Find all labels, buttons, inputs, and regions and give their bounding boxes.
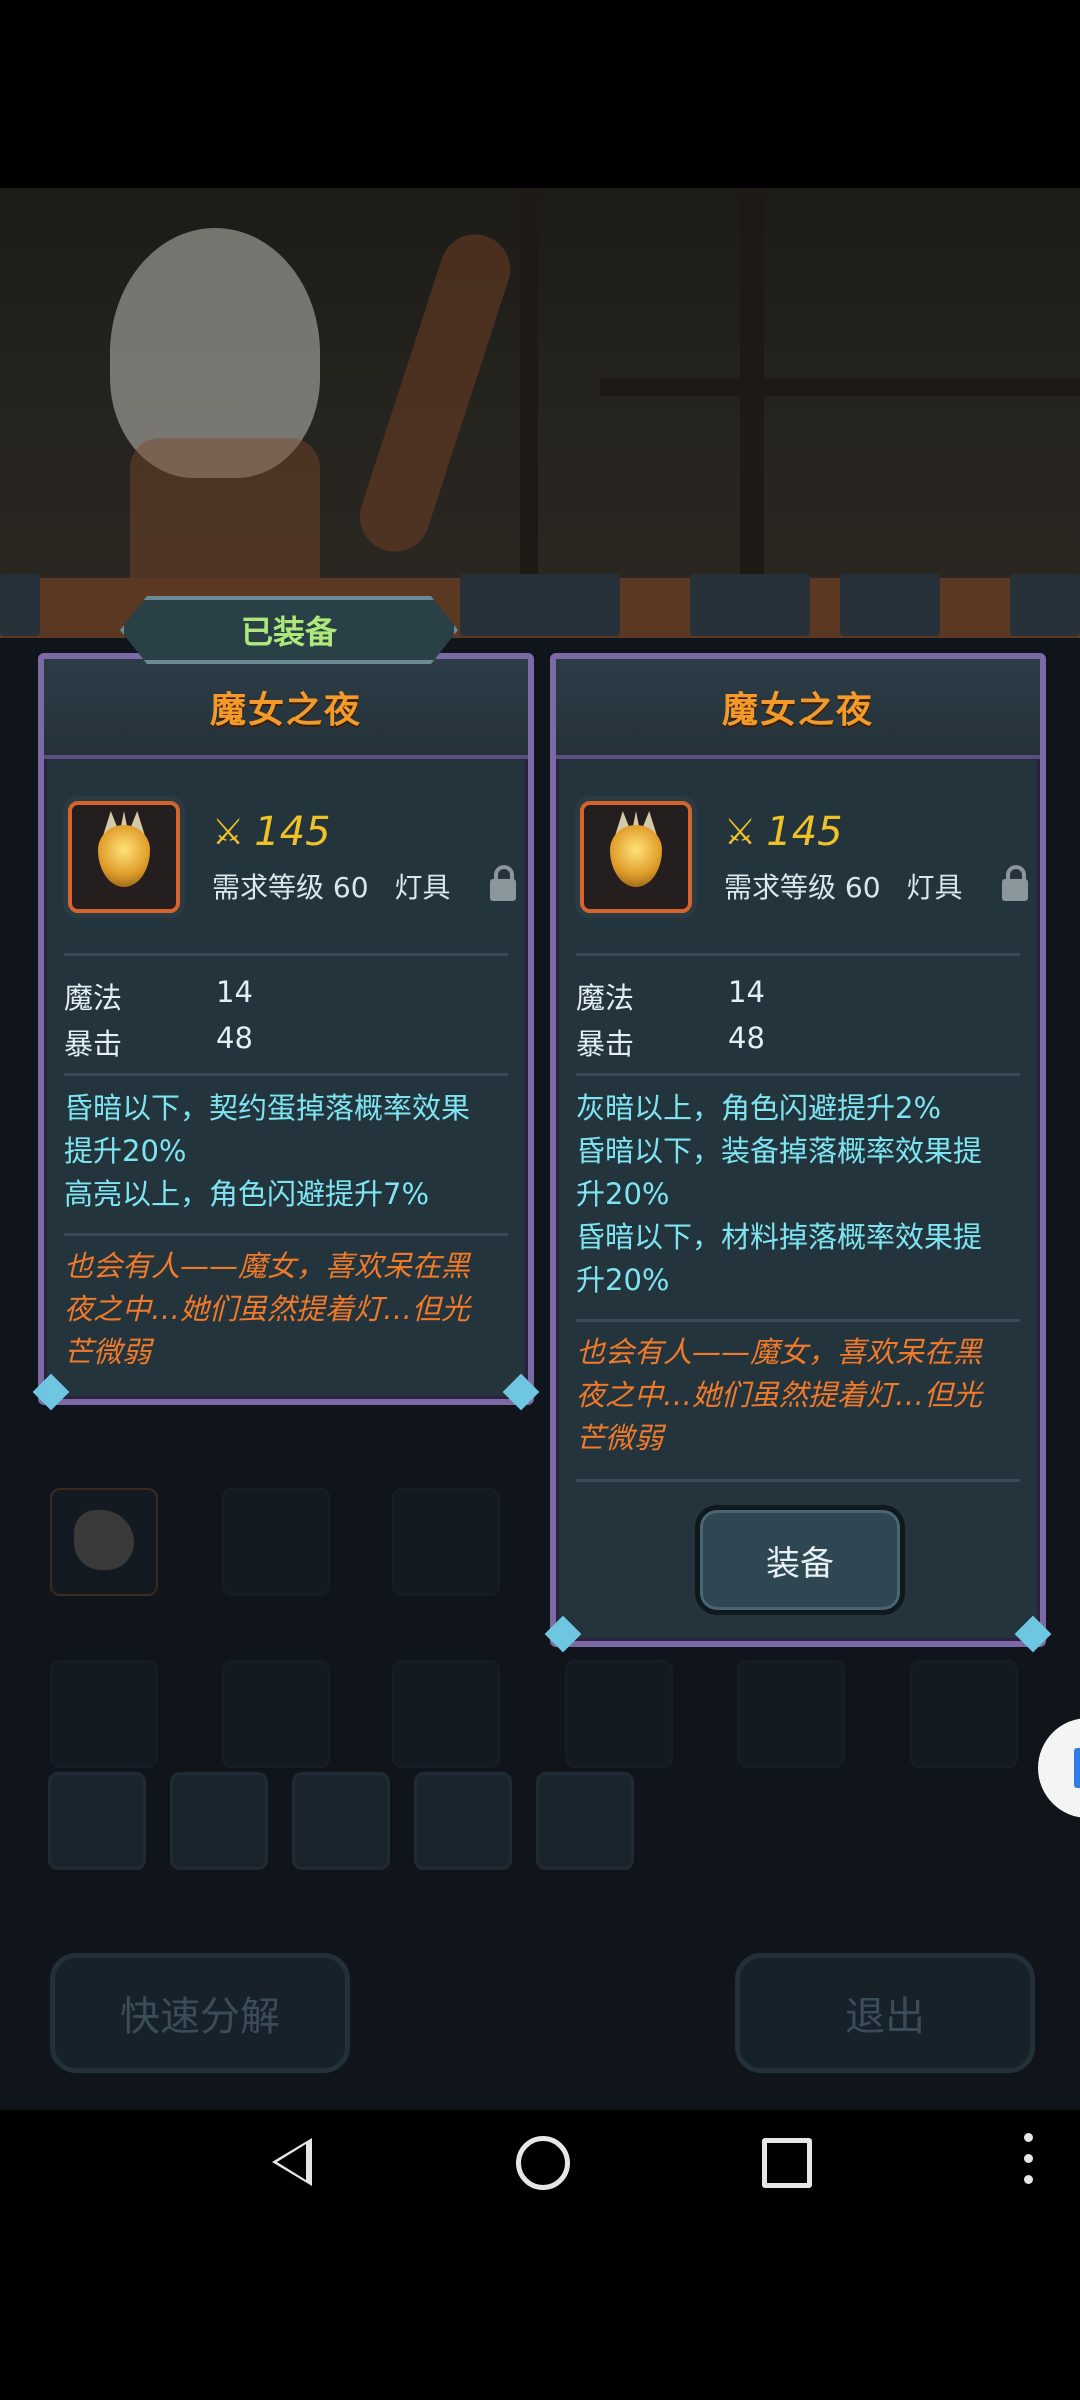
- stat-label: 暴击: [576, 1027, 635, 1061]
- inventory-slot[interactable]: [737, 1660, 845, 1768]
- stat-label: 暴击: [64, 1027, 123, 1061]
- stat-value: 14: [728, 975, 765, 1009]
- inventory-slot[interactable]: [222, 1488, 330, 1596]
- item-title: 魔女之夜: [209, 690, 362, 731]
- shelf-plank: [840, 574, 940, 636]
- lore-text: 也会有人——魔女，喜欢呆在黑 夜之中…她们虽然提着灯…但光 芒微弱: [64, 1245, 470, 1374]
- more-options-icon[interactable]: [1024, 2133, 1034, 2193]
- category-chest-icon[interactable]: [536, 1772, 634, 1870]
- lantern-item-icon: [68, 801, 180, 913]
- inventory-slot[interactable]: [50, 1488, 158, 1596]
- card-header: 魔女之夜: [44, 659, 528, 759]
- quick-decompose-button[interactable]: 快速分解: [50, 1953, 350, 2073]
- character-arm: [350, 225, 520, 561]
- lock-icon[interactable]: [1002, 865, 1028, 901]
- power-value: 145: [766, 809, 843, 855]
- effect-line: 灰暗以上，角色闪避提升2%: [576, 1091, 942, 1125]
- slot-type: 灯具: [394, 871, 451, 904]
- effect-line: 升20%: [576, 1263, 670, 1297]
- equipped-tag: 已装备: [120, 596, 458, 664]
- effect-line: 昏暗以下，装备掉落概率效果提: [576, 1134, 983, 1168]
- inventory-slot[interactable]: [565, 1660, 673, 1768]
- stat-label: 魔法: [64, 981, 123, 1015]
- lore-line: 芒微弱: [576, 1421, 664, 1455]
- divider: [576, 1479, 1020, 1482]
- lock-icon[interactable]: [490, 865, 516, 901]
- power-row: ⚔ 145: [212, 809, 331, 855]
- effect-line: 提升20%: [64, 1134, 187, 1168]
- card-header: 魔女之夜: [556, 659, 1040, 759]
- effect-line: 昏暗以下，材料掉落概率效果提: [576, 1220, 983, 1254]
- category-paw-icon[interactable]: [170, 1772, 268, 1870]
- compare-item-card: 魔女之夜 ⚔ 145 需求等级 60 灯具 魔法 14 暴击 48 灰暗以上，角…: [544, 653, 1052, 1653]
- divider: [576, 953, 1020, 956]
- power-value: 145: [254, 809, 331, 855]
- lore-line: 芒微弱: [64, 1335, 152, 1369]
- power-icon: ⚔: [724, 811, 757, 853]
- shelf-plank: [690, 574, 810, 636]
- required-level: 需求等级 60: [724, 871, 881, 904]
- equip-button[interactable]: 装备: [695, 1505, 905, 1615]
- lore-line: 也会有人——魔女，喜欢呆在黑: [576, 1335, 983, 1369]
- equipped-item-card: 魔女之夜 ⚔ 145 需求等级 60 灯具 魔法 14 暴击 48 昏暗以下，契…: [32, 653, 540, 1411]
- divider: [64, 953, 508, 956]
- slot-type: 灯具: [906, 871, 963, 904]
- effect-line: 昏暗以下，契约蛋掉落概率效果: [64, 1091, 471, 1125]
- required-level: 需求等级 60: [212, 871, 369, 904]
- effects-list: 昏暗以下，契约蛋掉落概率效果 提升20% 高亮以上，角色闪避提升7%: [64, 1087, 470, 1216]
- home-icon[interactable]: [516, 2136, 570, 2190]
- inventory-slot[interactable]: [392, 1660, 500, 1768]
- inventory-slot[interactable]: [222, 1660, 330, 1768]
- divider: [576, 1319, 1020, 1322]
- category-dragon-icon[interactable]: [48, 1772, 146, 1870]
- stat-value: 48: [216, 1021, 253, 1055]
- lore-line: 夜之中…她们虽然提着灯…但光: [576, 1378, 983, 1412]
- stat-value: 14: [216, 975, 253, 1009]
- character-body: [130, 438, 320, 588]
- shelf-plank: [0, 574, 40, 636]
- divider: [576, 1073, 1020, 1076]
- divider: [64, 1233, 508, 1236]
- effects-list: 灰暗以上，角色闪避提升2% 昏暗以下，装备掉落概率效果提 升20% 昏暗以下，材…: [576, 1087, 982, 1302]
- shelf-plank: [1010, 574, 1080, 636]
- background-beam: [600, 378, 1080, 396]
- game-scene: [0, 188, 1080, 588]
- effect-line: 高亮以上，角色闪避提升7%: [64, 1177, 430, 1211]
- back-icon[interactable]: [272, 2138, 312, 2186]
- item-title: 魔女之夜: [721, 690, 874, 731]
- category-gem-icon[interactable]: [292, 1772, 390, 1870]
- lore-text: 也会有人——魔女，喜欢呆在黑 夜之中…她们虽然提着灯…但光 芒微弱: [576, 1331, 982, 1460]
- requirement-row: 需求等级 60 灯具: [212, 866, 451, 906]
- inventory-slot[interactable]: [910, 1660, 1018, 1768]
- stat-value: 48: [728, 1021, 765, 1055]
- stat-label: 魔法: [576, 981, 635, 1015]
- inventory-slot[interactable]: [392, 1488, 500, 1596]
- recent-apps-icon[interactable]: [762, 2138, 812, 2188]
- lore-line: 夜之中…她们虽然提着灯…但光: [64, 1292, 471, 1326]
- equipped-label: 已装备: [240, 613, 337, 651]
- shelf-plank: [460, 574, 620, 636]
- effect-line: 升20%: [576, 1177, 670, 1211]
- category-material-icon[interactable]: [414, 1772, 512, 1870]
- power-icon: ⚔: [212, 811, 245, 853]
- power-row: ⚔ 145: [724, 809, 843, 855]
- gem-shape: [98, 825, 150, 887]
- inventory-slot[interactable]: [50, 1660, 158, 1768]
- wing-icon: [74, 1510, 134, 1570]
- exit-button[interactable]: 退出: [735, 1953, 1035, 2073]
- divider: [64, 1073, 508, 1076]
- lantern-item-icon: [580, 801, 692, 913]
- gem-shape: [610, 825, 662, 887]
- background-beam: [520, 188, 538, 588]
- lore-line: 也会有人——魔女，喜欢呆在黑: [64, 1249, 471, 1283]
- requirement-row: 需求等级 60 灯具: [724, 866, 963, 906]
